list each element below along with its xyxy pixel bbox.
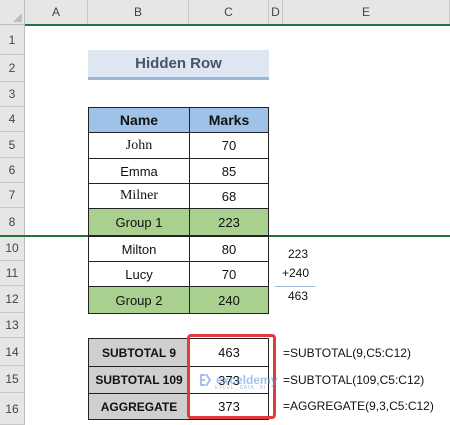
table-header-name: Name <box>88 107 190 133</box>
result-label-subtotal-109[interactable]: SUBTOTAL 109 <box>88 366 190 394</box>
result-label-aggregate[interactable]: AGGREGATE <box>88 393 190 420</box>
row-header-5[interactable]: 5 <box>0 132 25 158</box>
row-header-6[interactable]: 6 <box>0 158 25 183</box>
row-header-4[interactable]: 4 <box>0 107 25 132</box>
page-title: Hidden Row <box>88 50 269 80</box>
table-cell-marks[interactable]: 85 <box>189 158 269 184</box>
table-cell-name[interactable]: Milton <box>88 236 190 262</box>
column-header-c[interactable]: C <box>189 0 269 25</box>
table-cell-name[interactable]: Milner <box>88 183 190 209</box>
table-cell-marks[interactable]: 68 <box>189 183 269 209</box>
row-header-8[interactable]: 8 <box>0 208 25 236</box>
table-cell-name[interactable]: John <box>88 132 190 159</box>
column-header-e[interactable]: E <box>283 0 450 25</box>
row-header-15[interactable]: 15 <box>0 366 25 393</box>
table-cell-marks[interactable]: 70 <box>189 132 269 159</box>
row-header-1[interactable]: 1 <box>0 25 25 55</box>
select-all-button[interactable] <box>0 0 25 25</box>
table-cell-group-marks[interactable]: 240 <box>189 286 269 314</box>
select-all-triangle-icon <box>13 13 22 22</box>
table-cell-group-name[interactable]: Group 2 <box>88 286 190 314</box>
row-header-2[interactable]: 2 <box>0 55 25 82</box>
side-sum-total: 463 <box>288 289 309 303</box>
row-header-7[interactable]: 7 <box>0 183 25 208</box>
formula-aggregate: =AGGREGATE(9,3,C5:C12) <box>283 399 434 413</box>
table-cell-group-marks[interactable]: 223 <box>189 208 269 236</box>
sheet-top-border <box>25 24 450 26</box>
side-sum-b: +240 <box>282 266 310 280</box>
row-header-3[interactable]: 3 <box>0 82 25 107</box>
row-header-12[interactable]: 12 <box>0 286 25 313</box>
table-cell-marks[interactable]: 70 <box>189 261 269 287</box>
table-cell-marks[interactable]: 80 <box>189 236 269 262</box>
table-cell-name[interactable]: Emma <box>88 158 190 184</box>
column-header-b[interactable]: B <box>88 0 189 25</box>
table-cell-name[interactable]: Lucy <box>88 261 190 287</box>
column-header-a[interactable]: A <box>25 0 88 25</box>
highlight-box <box>187 334 276 419</box>
row-header-10[interactable]: 10 <box>0 236 25 261</box>
formula-subtotal-9: =SUBTOTAL(9,C5:C12) <box>283 346 411 360</box>
column-header-d[interactable]: D <box>269 0 283 25</box>
spreadsheet: A B C D E 1 2 3 4 5 6 7 8 10 11 12 13 14… <box>0 0 450 425</box>
row-header-11[interactable]: 11 <box>0 261 25 286</box>
formula-subtotal-109: =SUBTOTAL(109,C5:C12) <box>283 373 425 387</box>
side-sum-rule <box>275 286 315 287</box>
side-sum-a: 223 <box>288 247 309 261</box>
row-header-14[interactable]: 14 <box>0 338 25 366</box>
row-header-16[interactable]: 16 <box>0 393 25 425</box>
row-header-13[interactable]: 13 <box>0 313 25 338</box>
table-cell-group-name[interactable]: Group 1 <box>88 208 190 236</box>
result-label-subtotal-9[interactable]: SUBTOTAL 9 <box>88 338 190 367</box>
table-header-marks: Marks <box>189 107 269 133</box>
